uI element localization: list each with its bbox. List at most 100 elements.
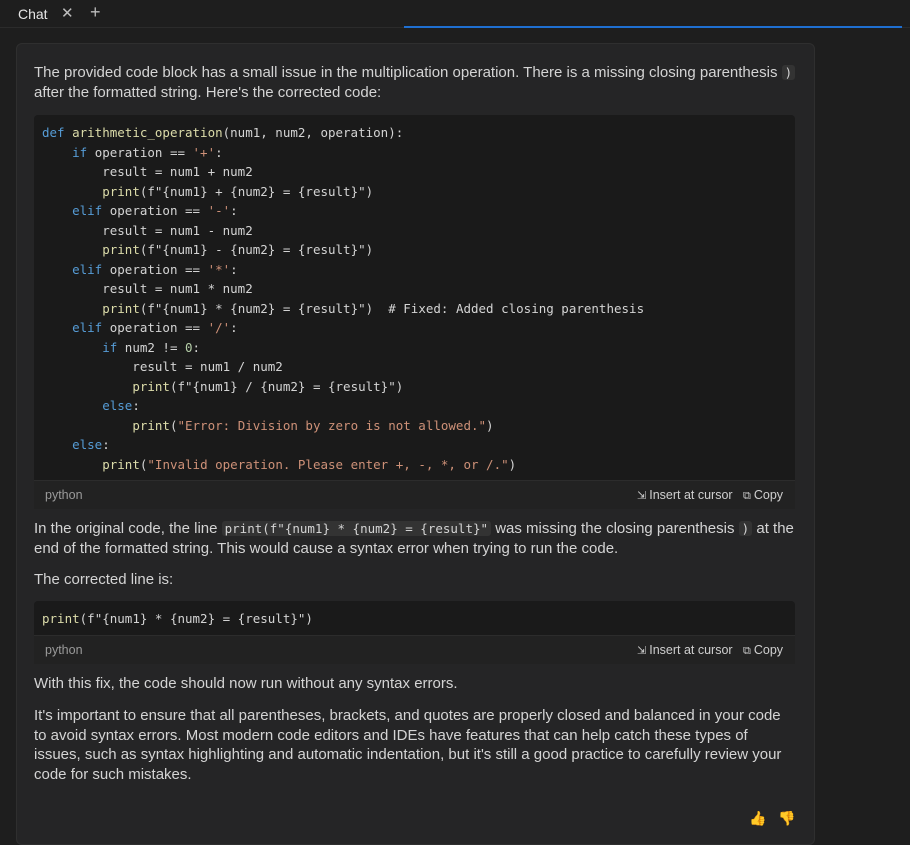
- code-line: result = num1 + num2: [42, 162, 787, 182]
- code-token: "Invalid operation. Please enter +, -, *…: [147, 456, 509, 472]
- code-token: if: [102, 339, 118, 355]
- code-token: num2 !=: [117, 339, 186, 355]
- progress-indicator: [404, 26, 902, 28]
- tab-chat[interactable]: Chat: [18, 6, 48, 22]
- code-token: '/': [207, 320, 231, 335]
- copy-icon: ⧉: [743, 644, 751, 657]
- code-line: print(f"{num1} * {num2} = {result}"): [42, 609, 787, 629]
- code-block-footer: python ⇲ Insert at cursor ⧉ Copy: [34, 480, 795, 509]
- code-token: def: [42, 125, 73, 140]
- insert-at-cursor-button[interactable]: ⇲ Insert at cursor: [637, 488, 733, 502]
- fix-note: With this fix, the code should now run w…: [34, 675, 458, 692]
- insert-label: Insert at cursor: [649, 642, 733, 657]
- code-token: operation ==: [87, 144, 193, 160]
- thumbs-down-icon[interactable]: 👎: [778, 810, 795, 827]
- code-line: result = num1 - num2: [42, 221, 787, 241]
- code-token: result = num1 * num2: [42, 281, 253, 296]
- code-token: else: [102, 398, 133, 413]
- code-line: else:: [42, 396, 787, 416]
- code-language-label: python: [45, 488, 83, 502]
- code-token: # Fixed: Added closing parenthesis: [388, 300, 645, 316]
- code-token: '-': [207, 203, 231, 218]
- code-line: print(f"{num1} / {num2} = {result}"): [42, 377, 787, 397]
- code-token: operation ==: [102, 261, 208, 277]
- insert-at-cursor-button[interactable]: ⇲ Insert at cursor: [637, 643, 733, 657]
- code-token: if: [72, 144, 88, 160]
- code-line: def arithmetic_operation(num1, num2, ope…: [42, 123, 787, 143]
- code-token: print: [102, 456, 140, 472]
- code-token: :: [230, 203, 238, 218]
- code-block-footer: python ⇲ Insert at cursor ⧉ Copy: [34, 634, 795, 664]
- code-token: print: [42, 611, 80, 626]
- code-token: :: [230, 320, 238, 335]
- code-line: else:: [42, 435, 787, 455]
- code-token: "Error: Division by zero is not allowed.…: [177, 417, 487, 433]
- code-token: print: [102, 242, 140, 257]
- code-token: result = num1 / num2: [42, 359, 283, 374]
- explain-text-mid: was missing the closing parenthesis: [491, 520, 739, 537]
- code-line: if num2 != 0:: [42, 338, 787, 358]
- code-token: elif: [72, 320, 103, 335]
- close-icon[interactable]: ✕: [61, 4, 74, 22]
- code-block-corrected-line: print(f"{num1} * {num2} = {result}") pyt…: [34, 601, 795, 664]
- insert-label: Insert at cursor: [649, 488, 733, 502]
- code-line: print(f"{num1} * {num2} = {result}") # F…: [42, 299, 787, 319]
- code-token: (num1, num2, operation):: [222, 125, 404, 140]
- inline-code-paren: ): [738, 521, 753, 536]
- response-intro: The provided code block has a small issu…: [34, 63, 800, 102]
- code-token: :: [192, 339, 201, 355]
- code-token: (f"{num1} * {num2} = {result}"): [139, 300, 389, 316]
- code-line: elif operation == '-':: [42, 201, 787, 221]
- code-token: (f"{num1} * {num2} = {result}"): [79, 611, 313, 626]
- code-line: print(f"{num1} - {num2} = {result}"): [42, 240, 787, 260]
- copy-button[interactable]: ⧉ Copy: [743, 643, 783, 658]
- code-token: ): [508, 456, 517, 472]
- code-token: :: [102, 437, 110, 452]
- explain-text: In the original code, the line: [34, 520, 222, 537]
- code-line: print(f"{num1} + {num2} = {result}"): [42, 182, 787, 202]
- code-token: '+': [192, 144, 216, 160]
- code-line: if operation == '+':: [42, 143, 787, 163]
- copy-button[interactable]: ⧉ Copy: [743, 488, 783, 503]
- corrected-line-label: The corrected line is:: [34, 571, 174, 588]
- thumbs-up-icon[interactable]: 👍: [749, 810, 766, 827]
- code-token: elif: [72, 261, 103, 277]
- insert-icon: ⇲: [637, 490, 647, 502]
- code-token: elif: [72, 203, 103, 218]
- code-token: :: [230, 261, 238, 277]
- code-line: print("Error: Division by zero is not al…: [42, 416, 787, 436]
- code-line: elif operation == '*':: [42, 260, 787, 280]
- code-language-label: python: [45, 642, 83, 657]
- code-token: 0: [185, 339, 193, 355]
- response-explanation: In the original code, the line print(f"{…: [34, 519, 800, 558]
- chat-tab-bar: Chat ✕ +: [0, 0, 910, 28]
- inline-code: ): [781, 65, 796, 80]
- code-token: result = num1 - num2: [42, 222, 253, 238]
- code-token: print: [102, 183, 140, 199]
- code-content: def arithmetic_operation(num1, num2, ope…: [34, 115, 795, 480]
- code-token: (f"{num1} - {num2} = {result}"): [139, 242, 374, 257]
- new-chat-plus-icon[interactable]: +: [90, 2, 101, 23]
- code-line: elif operation == '/':: [42, 318, 787, 338]
- code-content: print(f"{num1} * {num2} = {result}"): [34, 601, 795, 635]
- code-block: def arithmetic_operation(num1, num2, ope…: [34, 115, 795, 509]
- inline-code-original-line: print(f"{num1} * {num2} = {result}": [221, 521, 492, 536]
- closing-paragraph: It's important to ensure that all parent…: [34, 707, 782, 783]
- intro-text: The provided code block has a small issu…: [34, 64, 782, 81]
- code-line: result = num1 / num2: [42, 357, 787, 377]
- code-line: print("Invalid operation. Please enter +…: [42, 455, 787, 475]
- code-token: print: [102, 300, 140, 316]
- code-token: (f"{num1} / {num2} = {result}"): [169, 378, 404, 394]
- code-token: result = num1 + num2: [42, 164, 253, 179]
